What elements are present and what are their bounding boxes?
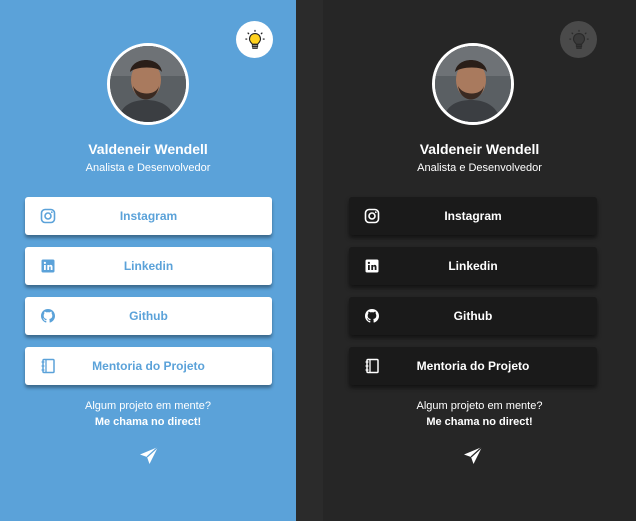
linkedin-label-dark: Linkedin xyxy=(448,259,498,273)
instagram-label: Instagram xyxy=(119,209,178,223)
theme-toggle-button-dark[interactable] xyxy=(560,21,597,58)
lightbulb-off-icon xyxy=(568,29,589,49)
lightbulb-on-icon xyxy=(244,29,265,49)
dark-theme-panel: Valdeneir Wendell Analista e Desenvolved… xyxy=(323,0,636,521)
github-label-dark: Github xyxy=(453,309,493,323)
linkedin-label: Linkedin xyxy=(123,259,174,273)
github-icon xyxy=(41,309,55,323)
send-icon[interactable] xyxy=(139,446,159,466)
mentoria-link-button-dark[interactable]: Mentoria do Projeto xyxy=(349,347,597,385)
profile-role-dark: Analista e Desenvolvedor xyxy=(417,162,542,174)
github-label: Github xyxy=(129,309,168,323)
panel-divider xyxy=(296,0,323,521)
profile-name-dark: Valdeneir Wendell xyxy=(419,141,540,157)
mentoria-link-button[interactable]: Mentoria do Projeto xyxy=(25,347,272,385)
instagram-icon xyxy=(40,208,56,224)
cta-direct: Me chama no direct! xyxy=(94,416,202,428)
profile-avatar xyxy=(107,43,189,125)
light-theme-panel: Valdeneir Wendell Analista e Desenvolved… xyxy=(0,0,296,521)
notebook-icon xyxy=(365,358,379,374)
theme-toggle-button[interactable] xyxy=(236,21,273,58)
mentoria-label: Mentoria do Projeto xyxy=(92,359,205,373)
send-icon[interactable] xyxy=(463,446,483,466)
github-link-button[interactable]: Github xyxy=(25,297,272,335)
cta-question-dark: Algum projeto em mente? xyxy=(416,400,543,412)
linkedin-link-button[interactable]: Linkedin xyxy=(25,247,272,285)
mentoria-label-dark: Mentoria do Projeto xyxy=(416,359,530,373)
instagram-link-button-dark[interactable]: Instagram xyxy=(349,197,597,235)
profile-avatar-dark xyxy=(432,43,514,125)
instagram-icon xyxy=(364,208,380,224)
linkedin-icon xyxy=(41,259,55,273)
instagram-link-button[interactable]: Instagram xyxy=(25,197,272,235)
cta-direct-dark: Me chama no direct! xyxy=(426,416,533,428)
notebook-icon xyxy=(41,358,55,374)
linkedin-link-button-dark[interactable]: Linkedin xyxy=(349,247,597,285)
profile-role: Analista e Desenvolvedor xyxy=(85,162,211,174)
instagram-label-dark: Instagram xyxy=(444,209,502,223)
linkedin-icon xyxy=(365,259,379,273)
profile-name: Valdeneir Wendell xyxy=(88,141,208,157)
github-link-button-dark[interactable]: Github xyxy=(349,297,597,335)
cta-question: Algum projeto em mente? xyxy=(85,400,211,412)
github-icon xyxy=(365,309,379,323)
